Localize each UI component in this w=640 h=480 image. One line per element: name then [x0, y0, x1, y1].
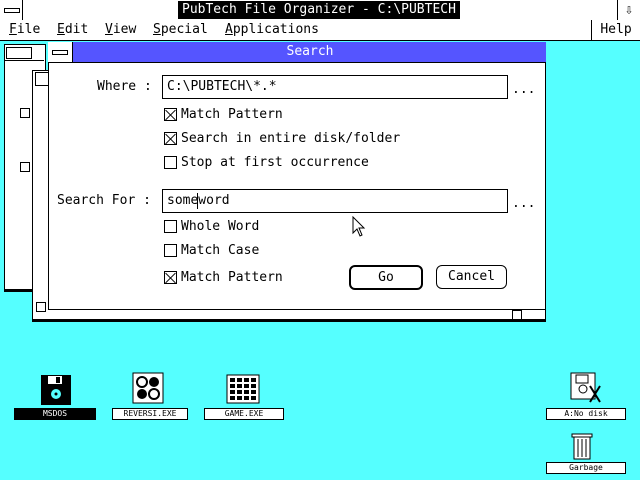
- search-browse-button[interactable]: ...: [512, 196, 535, 212]
- minimize-button[interactable]: ⇩: [617, 0, 640, 20]
- where-input-value: C:\PUBTECH\*.*: [167, 79, 277, 94]
- search-entire-disk-checkbox[interactable]: [164, 132, 177, 145]
- search-entire-disk-label[interactable]: Search in entire disk/folder: [181, 131, 400, 147]
- reversi-icon-label[interactable]: REVERSI.EXE: [112, 408, 188, 420]
- cancel-button[interactable]: Cancel: [436, 265, 507, 289]
- match-case-label[interactable]: Match Case: [181, 243, 259, 259]
- menu-file[interactable]: File: [9, 22, 40, 38]
- garbage-can-icon[interactable]: [570, 432, 594, 460]
- garbage-icon-label[interactable]: Garbage: [546, 462, 626, 474]
- search-for-input[interactable]: someword: [162, 189, 508, 213]
- menu-help[interactable]: Help: [591, 20, 640, 40]
- where-match-pattern-checkbox[interactable]: [164, 108, 177, 121]
- stop-first-occurrence-label[interactable]: Stop at first occurrence: [181, 155, 369, 171]
- stop-first-occurrence-checkbox[interactable]: [164, 156, 177, 169]
- menu-applications[interactable]: Applications: [225, 22, 319, 38]
- mouse-cursor-icon: [352, 216, 366, 237]
- game-icon[interactable]: [226, 374, 260, 404]
- app-title: PubTech File Organizer - C:\PUBTECH: [178, 1, 460, 19]
- background-window-1-system-icon[interactable]: [6, 47, 32, 59]
- msdos-icon-label[interactable]: MSDOS: [14, 408, 96, 420]
- search-dialog-title: Search: [286, 44, 334, 59]
- menu-view[interactable]: View: [105, 22, 136, 38]
- floppy-drive-icon[interactable]: [570, 372, 602, 404]
- game-icon-label[interactable]: GAME.EXE: [204, 408, 284, 420]
- background-window-1-checkbox: [20, 108, 30, 118]
- where-input[interactable]: C:\PUBTECH\*.*: [162, 75, 508, 99]
- background-window-2-corner: [512, 310, 522, 320]
- search-for-label: Search For :: [57, 193, 151, 208]
- background-window-2-corner: [36, 302, 46, 312]
- system-menu-button[interactable]: [0, 0, 23, 20]
- search-for-input-value: someword: [167, 193, 230, 208]
- whole-word-label[interactable]: Whole Word: [181, 219, 259, 235]
- where-label: Where :: [97, 79, 152, 94]
- a-drive-icon-label[interactable]: A:No disk: [546, 408, 626, 420]
- system-menu-icon: [4, 8, 20, 13]
- search-match-pattern-checkbox[interactable]: [164, 271, 177, 284]
- text-caret: [197, 193, 198, 209]
- where-browse-button[interactable]: ...: [512, 82, 535, 98]
- menu-bar: File Edit View Special Applications: [0, 20, 640, 41]
- go-button[interactable]: Go: [349, 265, 423, 290]
- where-match-pattern-label[interactable]: Match Pattern: [181, 107, 283, 123]
- whole-word-checkbox[interactable]: [164, 220, 177, 233]
- match-case-checkbox[interactable]: [164, 244, 177, 257]
- background-window-1-checkbox: [20, 162, 30, 172]
- search-match-pattern-label[interactable]: Match Pattern: [181, 270, 283, 286]
- reversi-icon[interactable]: [132, 372, 164, 404]
- menu-edit[interactable]: Edit: [57, 22, 88, 38]
- msdos-floppy-icon[interactable]: [40, 374, 72, 406]
- menu-special[interactable]: Special: [153, 22, 208, 38]
